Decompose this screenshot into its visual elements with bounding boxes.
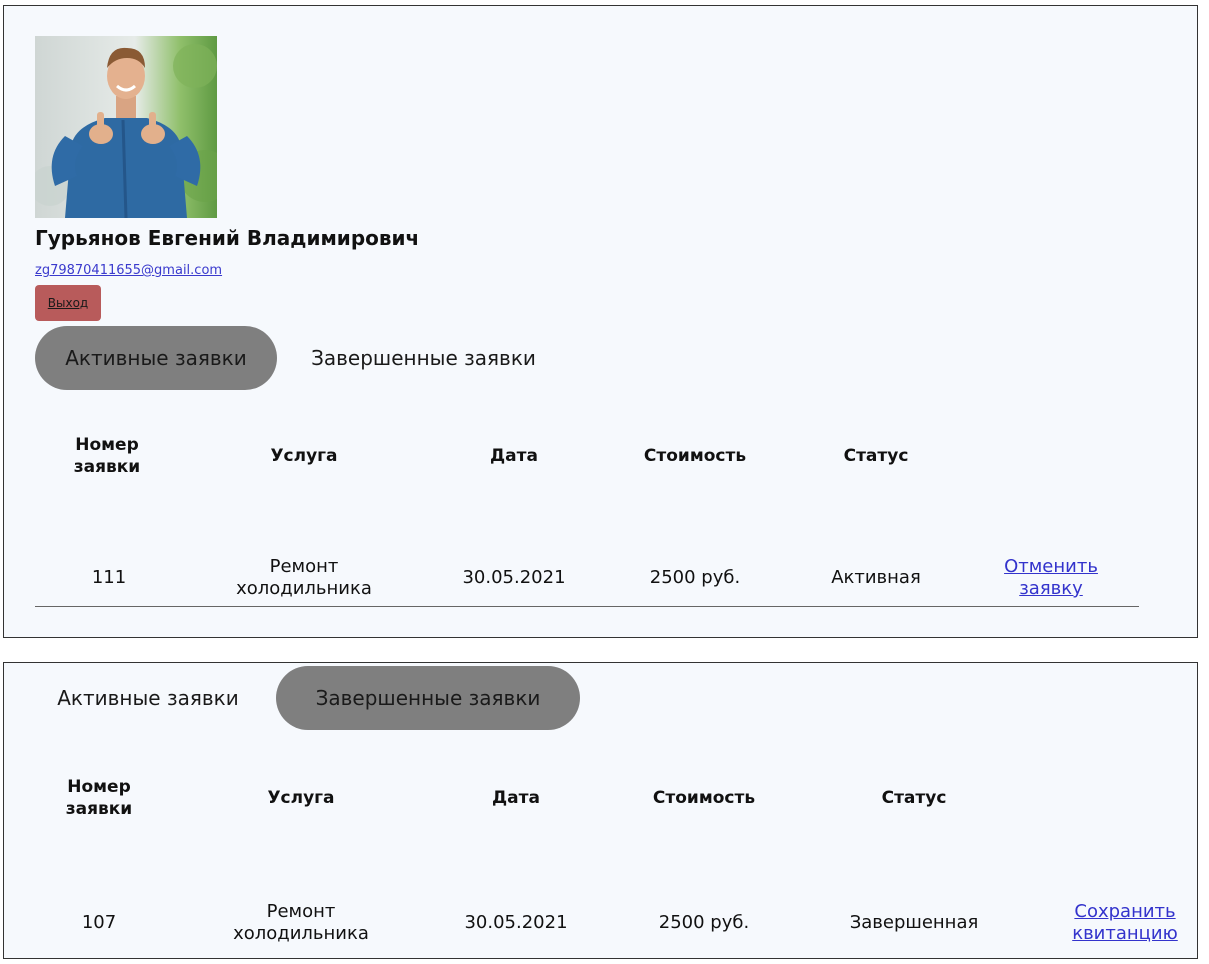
- header-service: Услуга: [270, 446, 338, 466]
- header-order-number: Номер заявки: [65, 777, 133, 819]
- order-date: 30.05.2021: [464, 912, 568, 933]
- header-cost: Стоимость: [652, 788, 756, 808]
- order-number: 107: [81, 912, 117, 933]
- avatar: [35, 36, 217, 218]
- header-status: Статус: [843, 446, 909, 466]
- order-number: 111: [91, 567, 127, 588]
- row-divider: [35, 606, 1139, 607]
- active-orders-panel: Гурьянов Евгений Владимирович zg79870411…: [3, 5, 1198, 638]
- order-service: Ремонт холодильника: [236, 556, 372, 599]
- order-cost: 2500 руб.: [658, 912, 750, 933]
- order-service: Ремонт холодильника: [233, 901, 369, 944]
- tab-completed-orders[interactable]: Завершенные заявки: [276, 666, 580, 730]
- tab-completed-orders[interactable]: Завершенные заявки: [286, 326, 561, 390]
- header-date: Дата: [490, 446, 538, 466]
- logout-button[interactable]: Выход: [35, 285, 101, 321]
- completed-orders-panel: Активные заявки Завершенные заявки Номер…: [3, 662, 1198, 959]
- cancel-order-link[interactable]: Отменить заявку: [986, 556, 1116, 600]
- profile-name: Гурьянов Евгений Владимирович: [35, 226, 420, 250]
- header-status: Статус: [881, 788, 947, 808]
- header-date: Дата: [492, 788, 540, 808]
- header-service: Услуга: [267, 788, 335, 808]
- tab-active-orders[interactable]: Активные заявки: [28, 666, 268, 730]
- order-date: 30.05.2021: [462, 567, 566, 588]
- save-receipt-link[interactable]: Сохранить квитанцию: [1057, 901, 1193, 945]
- order-status: Завершенная: [849, 912, 979, 933]
- header-cost: Стоимость: [643, 446, 747, 466]
- header-order-number: Номер заявки: [73, 435, 141, 477]
- order-cost: 2500 руб.: [649, 567, 741, 588]
- tab-active-orders[interactable]: Активные заявки: [35, 326, 277, 390]
- profile-email-link[interactable]: zg79870411655@gmail.com: [35, 263, 222, 278]
- order-status: Активная: [831, 567, 921, 588]
